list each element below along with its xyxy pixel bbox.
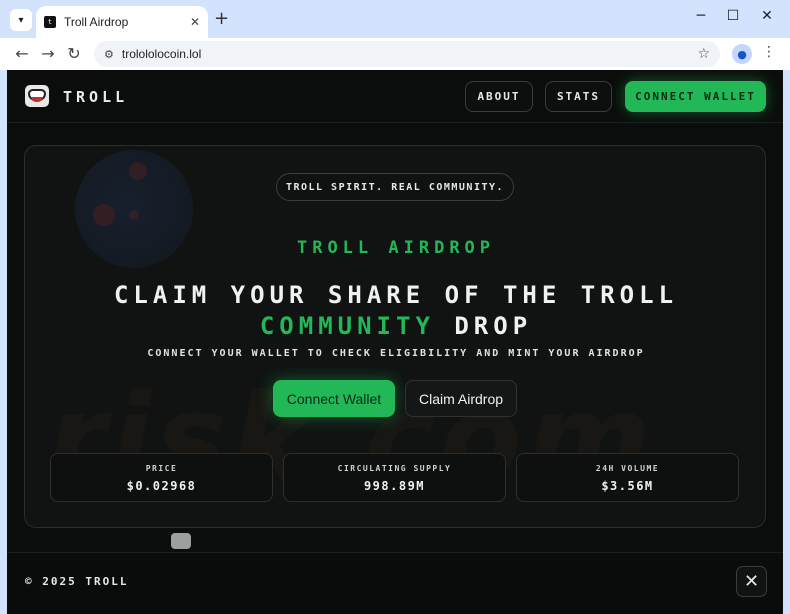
maximize-icon[interactable]: ☐ (718, 8, 748, 24)
stat-card-circulating-supply: CIRCULATING SUPPLY 998.89M (283, 453, 506, 502)
reload-icon[interactable]: ↻ (64, 44, 84, 64)
stat-value: $3.56M (601, 479, 654, 493)
hero-subline: CONNECT YOUR WALLET TO CHECK ELIGIBILITY… (147, 348, 645, 359)
footer-close-icon[interactable]: ✕ (736, 566, 767, 597)
favicon-icon: t (44, 16, 56, 28)
tab-close-icon[interactable]: ✕ (190, 15, 200, 29)
hero-card: TROLL SPIRIT. REAL COMMUNITY. TROLL AIRD… (24, 145, 766, 528)
stat-label: CIRCULATING SUPPLY (337, 464, 452, 473)
stats-button[interactable]: STATS (545, 81, 612, 112)
headline-end: DROP (454, 312, 533, 340)
profile-avatar-icon[interactable]: ● (732, 44, 752, 64)
new-tab-plus-icon[interactable]: + (214, 10, 229, 28)
hero-kicker: TROLL AIRDROP (296, 238, 496, 258)
stat-card-24h-volume: 24H VOLUME $3.56M (516, 453, 739, 502)
brand-name[interactable]: TROLL (63, 88, 128, 106)
window-close-icon[interactable]: ✕ (752, 8, 782, 24)
browser-tab[interactable]: t Troll Airdrop ✕ (36, 6, 208, 38)
tab-title: Troll Airdrop (64, 15, 129, 29)
site-footer: © 2025 TROLL ✕ (7, 552, 783, 614)
stat-label: 24H VOLUME (595, 464, 660, 473)
hero-headline: CLAIM YOUR SHARE OF THE TROLL COMMUNITY … (25, 280, 767, 342)
claim-airdrop-button[interactable]: Claim Airdrop (405, 380, 517, 417)
stat-card-price: PRICE $0.02968 (50, 453, 273, 502)
headline-accent: COMMUNITY (259, 312, 435, 340)
headline-line-2: COMMUNITY DROP (25, 311, 767, 342)
tagline-pill: TROLL SPIRIT. REAL COMMUNITY. (276, 173, 514, 201)
stat-label: PRICE (145, 464, 178, 473)
browser-menu-icon[interactable]: ⋮ (762, 44, 776, 60)
headline-line-1: CLAIM YOUR SHARE OF THE TROLL (113, 281, 679, 309)
connect-wallet-button[interactable]: Connect Wallet (273, 380, 395, 417)
url-text[interactable]: trolololocoin.lol (122, 47, 698, 61)
forward-arrow-icon[interactable]: → (38, 44, 58, 64)
browser-tab-bar: ▾ t Troll Airdrop ✕ + ─ ☐ ✕ (0, 0, 790, 38)
bookmark-star-icon[interactable]: ☆ (697, 46, 710, 62)
address-bar[interactable]: ⚙ trolololocoin.lol ☆ (94, 41, 720, 67)
back-arrow-icon[interactable]: ← (12, 44, 32, 64)
troll-face-logo-icon[interactable] (25, 85, 49, 107)
browser-toolbar: ← → ↻ ⚙ trolololocoin.lol ☆ ● ⋮ (0, 38, 790, 70)
copyright-text: © 2025 TROLL (25, 575, 129, 588)
header-connect-wallet-button[interactable]: CONNECT WALLET (625, 81, 766, 112)
site-settings-icon[interactable]: ⚙ (104, 48, 114, 61)
floating-troll-face-icon (171, 533, 191, 549)
minimize-icon[interactable]: ─ (686, 8, 716, 24)
about-button[interactable]: ABOUT (465, 81, 533, 112)
web-page: risk.com TROLL ABOUT STATS CONNECT WALLE… (7, 70, 783, 614)
site-header: TROLL ABOUT STATS CONNECT WALLET (7, 70, 783, 123)
tab-list-chevron-down-icon[interactable]: ▾ (10, 9, 32, 31)
stat-value: $0.02968 (126, 479, 197, 493)
troll-mouth-shape (31, 97, 43, 102)
stat-value: 998.89M (363, 479, 426, 493)
